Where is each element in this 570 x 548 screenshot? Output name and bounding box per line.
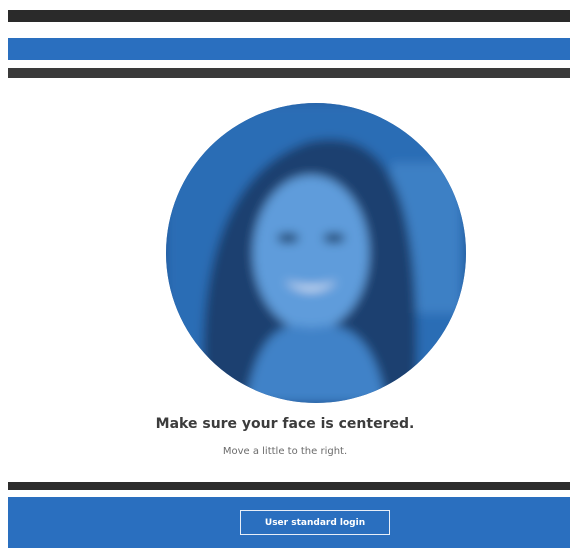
bottom-action-bar: User standard login	[8, 497, 570, 548]
top-dark-stripe	[8, 10, 570, 22]
prompt-hint: Move a little to the right.	[222, 446, 348, 457]
bottom-dark-stripe	[8, 482, 570, 490]
prompt-title: Make sure your face is centered.	[155, 416, 415, 432]
camera-preview	[166, 103, 466, 403]
standard-login-button[interactable]: User standard login	[240, 510, 390, 535]
top-second-dark-stripe	[8, 68, 570, 78]
face-verification-screen: Make sure your face is centered. Move a …	[0, 0, 570, 548]
face-preview-image	[166, 103, 466, 403]
top-blue-stripe	[8, 38, 570, 60]
